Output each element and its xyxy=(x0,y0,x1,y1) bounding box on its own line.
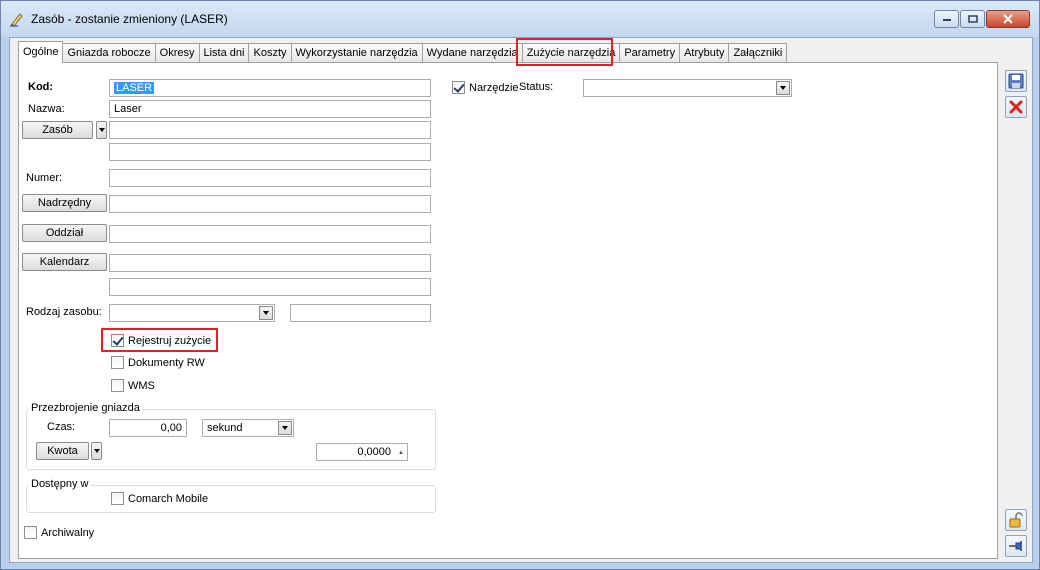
zasob-input[interactable] xyxy=(109,121,431,139)
numer-label: Numer: xyxy=(26,172,63,184)
przezbrojenie-title: Przezbrojenie gniazda xyxy=(29,402,142,414)
zasob-name-input[interactable] xyxy=(109,143,431,161)
spin-up-icon[interactable]: ▲ xyxy=(396,445,406,460)
rodzaj-label: Rodzaj zasobu: xyxy=(26,306,102,318)
narzedzie-checkbox[interactable] xyxy=(452,81,465,94)
kalendarz-button[interactable]: Kalendarz xyxy=(22,253,107,271)
maximize-icon xyxy=(967,15,978,23)
tab-okresy[interactable]: Okresy xyxy=(154,43,200,63)
kwota-input[interactable]: 0,0000 ▲▼ xyxy=(316,443,408,461)
kalendarz-input[interactable] xyxy=(109,254,431,272)
tab-parametry[interactable]: Parametry xyxy=(619,43,681,63)
kwota-button[interactable]: Kwota xyxy=(36,442,89,460)
czas-unit-select[interactable]: sekund xyxy=(202,419,294,437)
minimize-icon xyxy=(942,19,951,21)
edit-icon xyxy=(9,11,25,27)
tab-atrybuty[interactable]: Atrybuty xyxy=(679,43,730,63)
tab-wydane-narzedzia[interactable]: Wydane narzędzia xyxy=(421,43,523,63)
tab-zalaczniki[interactable]: Załączniki xyxy=(728,43,788,63)
cancel-button[interactable] xyxy=(1005,96,1027,118)
minimize-button[interactable] xyxy=(934,10,959,28)
zasob-dropdown-button[interactable] xyxy=(96,121,107,139)
wms-checkbox[interactable] xyxy=(111,379,124,392)
save-button[interactable] xyxy=(1005,70,1027,92)
tab-lista-dni[interactable]: Lista dni xyxy=(198,43,250,63)
nadrzedny-input[interactable] xyxy=(109,195,431,213)
comarch-mobile-label: Comarch Mobile xyxy=(128,493,209,505)
kod-label: Kod: xyxy=(28,81,54,93)
czas-unit-dropdown-button[interactable] xyxy=(278,421,292,435)
nazwa-label: Nazwa: xyxy=(28,103,65,115)
tab-wykorzystanie-narzedzia[interactable]: Wykorzystanie narzędzia xyxy=(290,43,423,63)
status-label: Status: xyxy=(519,81,554,93)
close-button[interactable] xyxy=(986,10,1030,28)
kod-input[interactable]: LASER xyxy=(109,79,431,97)
numer-input[interactable] xyxy=(109,169,431,187)
chevron-down-icon xyxy=(780,86,786,90)
zasob-button[interactable]: Zasób xyxy=(22,121,93,139)
lock-button[interactable] xyxy=(1005,509,1027,531)
rejestruj-label: Rejestruj zużycie xyxy=(128,335,212,347)
tab-ogolne[interactable]: Ogólne xyxy=(18,41,64,63)
tab-strip: Ogólne Gniazda robocze Okresy Lista dni … xyxy=(18,41,788,63)
oddzial-input[interactable] xyxy=(109,225,431,243)
rodzaj-select[interactable] xyxy=(109,304,275,322)
status-select[interactable] xyxy=(583,79,792,97)
kalendarz-name-input[interactable] xyxy=(109,278,431,296)
rejestruj-checkbox[interactable] xyxy=(111,334,124,347)
pin-button[interactable] xyxy=(1005,535,1027,557)
rodzaj-dropdown-button[interactable] xyxy=(259,306,273,320)
nadrzedny-button[interactable]: Nadrzędny xyxy=(22,194,107,212)
nazwa-input[interactable]: Laser xyxy=(109,100,431,118)
general-panel: Kod: LASER Nazwa: Laser Zasób Numer: Nad… xyxy=(18,62,998,559)
archiwalny-label: Archiwalny xyxy=(41,527,95,539)
czas-input[interactable]: 0,00 xyxy=(109,419,187,437)
tab-gniazda-robocze[interactable]: Gniazda robocze xyxy=(62,43,156,63)
dokumenty-checkbox[interactable] xyxy=(111,356,124,369)
pin-icon xyxy=(1009,541,1022,551)
chevron-down-icon xyxy=(93,449,100,454)
chevron-down-icon xyxy=(98,128,105,133)
oddzial-button[interactable]: Oddział xyxy=(22,224,107,242)
title-bar: Zasób - zostanie zmieniony (LASER) xyxy=(1,1,1039,37)
wms-label: WMS xyxy=(128,380,155,392)
kwota-dropdown-button[interactable] xyxy=(91,442,102,460)
dostepny-title: Dostępny w xyxy=(29,478,91,490)
tab-zuzycie-narzedzia[interactable]: Zużycie narzędzia xyxy=(521,43,621,63)
chevron-down-icon xyxy=(263,311,269,315)
window-title: Zasób - zostanie zmieniony (LASER) xyxy=(31,12,228,26)
maximize-button[interactable] xyxy=(960,10,985,28)
rodzaj-desc-input[interactable] xyxy=(290,304,431,322)
lock-icon xyxy=(1009,512,1023,528)
archiwalny-checkbox[interactable] xyxy=(24,526,37,539)
cancel-icon xyxy=(1009,100,1023,114)
close-icon xyxy=(1003,14,1013,24)
tab-koszty[interactable]: Koszty xyxy=(248,43,292,63)
save-icon xyxy=(1008,73,1024,89)
client-area: Ogólne Gniazda robocze Okresy Lista dni … xyxy=(9,37,1033,563)
dokumenty-label: Dokumenty RW xyxy=(128,357,205,369)
czas-label: Czas: xyxy=(47,421,76,433)
kwota-spinner[interactable]: ▲▼ xyxy=(396,445,406,459)
status-dropdown-button[interactable] xyxy=(776,81,790,95)
window: Zasób - zostanie zmieniony (LASER) Ogóln… xyxy=(0,0,1040,570)
chevron-down-icon xyxy=(282,426,288,430)
comarch-mobile-checkbox[interactable] xyxy=(111,492,124,505)
narzedzie-label: Narzędzie xyxy=(469,82,519,94)
